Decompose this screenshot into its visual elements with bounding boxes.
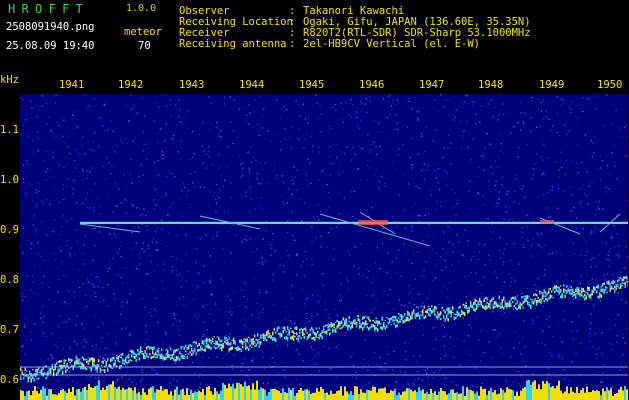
info-label: Receiver — [179, 27, 230, 39]
info-value: Ogaki, Gifu, JAPAN (136.60E, 35.35N) — [303, 16, 531, 28]
info-row-receiver: Receiver: R820T2(RTL-SDR) SDR-Sharp 53.10… — [179, 27, 531, 39]
spectrogram-plot — [20, 94, 628, 400]
info-value: R820T2(RTL-SDR) SDR-Sharp 53.1000MHz — [303, 27, 531, 39]
info-label: Receiving antenna — [179, 38, 287, 50]
info-label: Receiving Location — [179, 16, 293, 28]
frequency-tick-label: 1.0 — [0, 174, 19, 186]
hrofft-window: HROFFT 1.0.0 2508091940.png 25.08.09 19:… — [0, 0, 629, 400]
info-row-location: Receiving Location: Ogaki, Gifu, JAPAN (1… — [179, 16, 531, 28]
frequency-unit: kHz — [0, 74, 19, 86]
info-row-observer: Observer: Takanori Kawachi — [179, 5, 531, 17]
spectrogram-background — [20, 94, 628, 400]
time-tick-label: 1950 — [597, 79, 623, 91]
meteor-count: 70 — [138, 40, 151, 52]
info-colon: : — [289, 27, 296, 39]
frequency-tick-label: 0.9 — [0, 224, 19, 236]
time-tick-label: 1946 — [359, 79, 385, 91]
time-tick-label: 1942 — [118, 79, 144, 91]
file-name: 2508091940.png — [6, 21, 95, 33]
time-tick-label: 1948 — [478, 79, 504, 91]
frequency-tick-label: 0.8 — [0, 274, 19, 286]
meteor-label: meteor — [124, 26, 162, 38]
info-value: 2el-HB9CV Vertical (el. E-W) — [303, 38, 481, 50]
time-tick-label: 1941 — [59, 79, 85, 91]
info-colon: : — [289, 38, 296, 50]
observation-info: Observer: Takanori Kawachi Receiving Loca… — [179, 5, 531, 50]
time-tick-label: 1947 — [419, 79, 445, 91]
frequency-tick-label: 1.1 — [0, 124, 19, 136]
time-tick-label: 1945 — [299, 79, 325, 91]
info-row-antenna: Receiving antenna:2el-HB9CV Vertical (el… — [179, 38, 531, 50]
info-value: Takanori Kawachi — [303, 5, 405, 17]
app-version: 1.0.0 — [126, 3, 157, 14]
time-tick-label: 1943 — [179, 79, 205, 91]
app-name: HROFFT — [8, 2, 90, 16]
info-colon: : — [289, 16, 296, 28]
time-tick-label: 1949 — [539, 79, 565, 91]
info-label: Observer — [179, 5, 230, 17]
info-colon: : — [289, 5, 296, 17]
frequency-tick-label: 0.6 — [0, 374, 19, 386]
time-tick-label: 1944 — [239, 79, 265, 91]
frequency-tick-label: 0.7 — [0, 324, 19, 336]
file-datetime: 25.08.09 19:40 — [6, 40, 95, 52]
